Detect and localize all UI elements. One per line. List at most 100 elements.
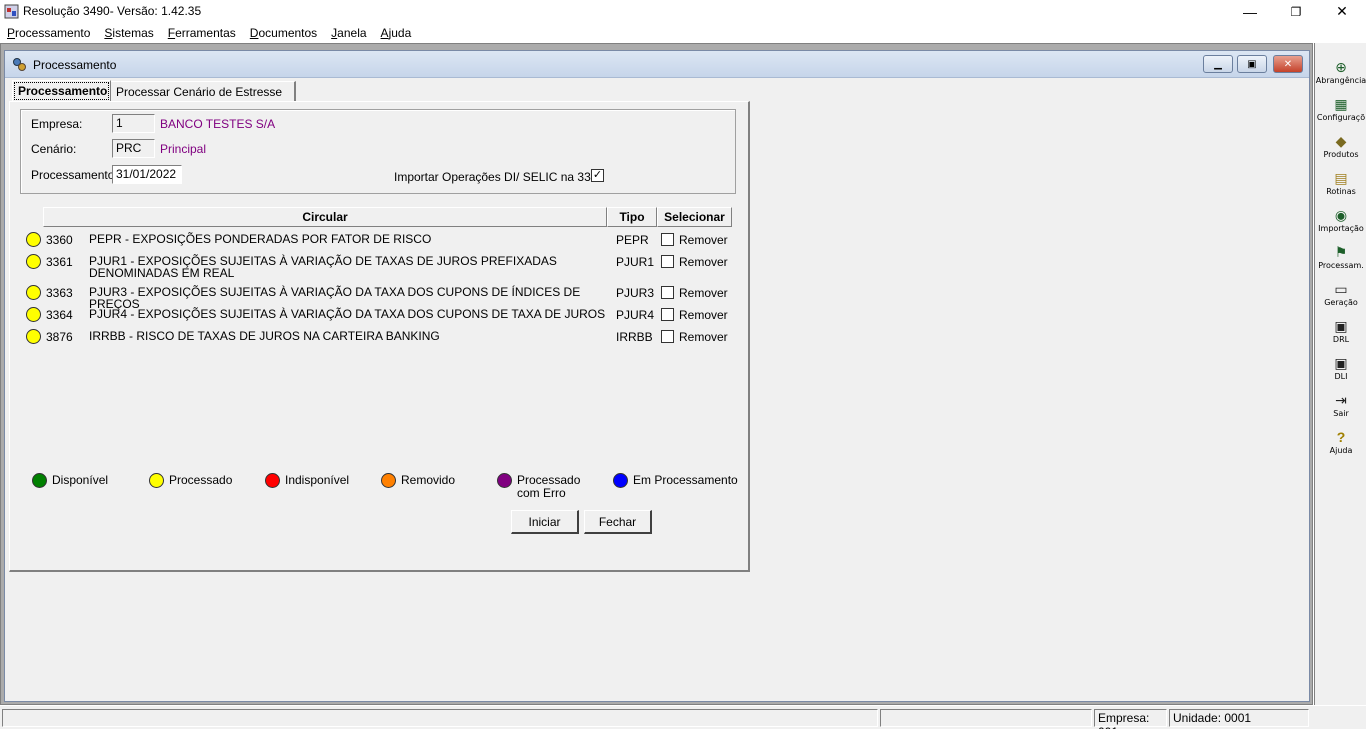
status-panel-blank xyxy=(880,709,1092,727)
tool-sair[interactable]: ⇥ Sair xyxy=(1315,392,1366,428)
remover-checkbox[interactable] xyxy=(661,330,674,343)
importar-checkbox[interactable]: ✓ xyxy=(591,169,604,182)
row-tipo: IRRBB xyxy=(616,330,653,344)
tool-rotinas[interactable]: ▤ Rotinas xyxy=(1315,170,1366,206)
tool-dli[interactable]: ▣ DLI xyxy=(1315,355,1366,391)
table-row: 3360 PEPR - EXPOSIÇÕES PONDERADAS POR FA… xyxy=(20,231,735,251)
header-selecionar[interactable]: Selecionar xyxy=(657,207,732,227)
process-window-icon xyxy=(13,58,26,71)
globe-icon: ⊕ xyxy=(1335,59,1347,75)
legend-label: Indisponível xyxy=(285,473,350,487)
tool-abrangencia[interactable]: ⊕ Abrangência xyxy=(1315,59,1366,95)
cenario-code-field[interactable]: PRC xyxy=(112,139,155,158)
row-tipo: PJUR3 xyxy=(616,286,655,300)
legend-label: Em Processamento xyxy=(633,473,738,487)
row-tipo: PJUR4 xyxy=(616,308,655,322)
table-row: 3364 PJUR4 - EXPOSIÇÕES SUJEITAS À VARIA… xyxy=(20,306,735,326)
legend-dot xyxy=(32,473,47,488)
row-tipo: PEPR xyxy=(616,233,649,247)
row-code: 3360 xyxy=(46,233,73,247)
legend-processado: Processado xyxy=(149,473,232,488)
menu-sistemas[interactable]: Sistemas xyxy=(104,23,153,43)
cenario-label: Cenário: xyxy=(31,142,77,156)
status-unidade: Unidade: 0001 xyxy=(1169,709,1309,727)
remover-label: Remover xyxy=(679,255,728,269)
import-icon: ◉ xyxy=(1334,207,1348,223)
legend-dot xyxy=(613,473,628,488)
legend-dot xyxy=(497,473,512,488)
remover-checkbox[interactable] xyxy=(661,308,674,321)
empresa-name: BANCO TESTES S/A xyxy=(160,117,276,131)
child-minimize-button[interactable]: ▁ xyxy=(1203,55,1233,73)
empresa-label: Empresa: xyxy=(31,117,83,131)
menu-documentos[interactable]: Documentos xyxy=(250,23,317,43)
status-dot xyxy=(26,285,41,300)
remover-checkbox[interactable] xyxy=(661,286,674,299)
menu-janela[interactable]: Janela xyxy=(331,23,366,43)
child-restore-button[interactable]: ▣ xyxy=(1237,55,1267,73)
close-button[interactable]: ✕ xyxy=(1319,0,1365,23)
remover-label: Remover xyxy=(679,308,728,322)
row-tipo: PJUR1 xyxy=(616,255,655,269)
cenario-name: Principal xyxy=(160,142,207,156)
header-tipo[interactable]: Tipo xyxy=(607,207,657,227)
header-circular[interactable]: Circular xyxy=(43,207,607,227)
tool-processamento[interactable]: ⚑ Processam. xyxy=(1315,244,1366,280)
iniciar-button[interactable]: Iniciar xyxy=(511,510,579,534)
table-row: 3363 PJUR3 - EXPOSIÇÕES SUJEITAS À VARIA… xyxy=(20,284,735,310)
minimize-button[interactable]: — xyxy=(1227,0,1273,23)
status-panel-main xyxy=(2,709,878,727)
row-description: IRRBB - RISCO DE TAXAS DE JUROS NA CARTE… xyxy=(89,329,440,343)
document-icon: ▭ xyxy=(1334,281,1348,297)
tool-drl[interactable]: ▣ DRL xyxy=(1315,318,1366,354)
app-icon xyxy=(4,4,19,19)
legend-label: Removido xyxy=(401,473,456,487)
tab-processamento[interactable]: Processamento xyxy=(12,80,111,102)
tool-importacao[interactable]: ◉ Importação xyxy=(1315,207,1366,243)
maximize-button[interactable]: ❐ xyxy=(1273,0,1319,23)
tab-processar-cenario-estresse[interactable]: Processar Cenário de Estresse xyxy=(111,81,296,102)
processamento-label: Processamento: xyxy=(31,168,118,182)
drl-icon: ▣ xyxy=(1334,318,1348,334)
processamento-date-field[interactable]: 31/01/2022 xyxy=(112,165,182,184)
empresa-code-field[interactable]: 1 xyxy=(112,114,155,133)
legend-removido: Removido xyxy=(381,473,455,488)
config-icon: ▦ xyxy=(1334,96,1348,112)
fechar-button[interactable]: Fechar xyxy=(584,510,652,534)
child-window-title: Processamento xyxy=(33,58,117,72)
remover-checkbox[interactable] xyxy=(661,233,674,246)
legend-dot xyxy=(265,473,280,488)
remover-label: Remover xyxy=(679,233,728,247)
menu-ferramentas[interactable]: Ferramentas xyxy=(168,23,236,43)
legend-dot xyxy=(149,473,164,488)
tool-produtos[interactable]: ◆ Produtos xyxy=(1315,133,1366,169)
process-flag-icon: ⚑ xyxy=(1334,244,1348,260)
legend-disponivel: Disponível xyxy=(32,473,108,488)
products-icon: ◆ xyxy=(1335,133,1347,149)
table-row: 3361 PJUR1 - EXPOSIÇÕES SUJEITAS À VARIA… xyxy=(20,253,735,281)
status-dot xyxy=(26,232,41,247)
tool-configuracoes[interactable]: ▦ Configuraçõ xyxy=(1315,96,1366,132)
row-description: PJUR4 - EXPOSIÇÕES SUJEITAS À VARIAÇÃO D… xyxy=(89,307,606,321)
exit-icon: ⇥ xyxy=(1335,392,1347,408)
remover-checkbox[interactable] xyxy=(661,255,674,268)
child-close-button[interactable]: ✕ xyxy=(1273,55,1303,73)
tool-ajuda[interactable]: ? Ajuda xyxy=(1315,429,1366,465)
tool-geracao[interactable]: ▭ Geração xyxy=(1315,281,1366,317)
table-row: 3876 IRRBB - RISCO DE TAXAS DE JUROS NA … xyxy=(20,328,735,348)
legend-label: Processado com Erro xyxy=(517,473,581,500)
row-code: 3364 xyxy=(46,308,73,322)
child-title-bar: Processamento ▁ ▣ ✕ xyxy=(5,51,1309,78)
row-description: PJUR1 - EXPOSIÇÕES SUJEITAS À VARIAÇÃO D… xyxy=(89,254,557,280)
menu-ajuda[interactable]: Ajuda xyxy=(381,23,412,43)
row-code: 3363 xyxy=(46,286,73,300)
legend-label: Processado xyxy=(169,473,233,487)
window-title: Resolução 3490- Versão: 1.42.35 xyxy=(23,4,202,18)
menu-processamento[interactable]: Processamento xyxy=(7,23,90,43)
title-bar: Resolução 3490- Versão: 1.42.35 — ❐ ✕ xyxy=(0,0,1366,23)
status-bar: Empresa: 001 Unidade: 0001 xyxy=(0,705,1366,729)
status-dot xyxy=(26,254,41,269)
row-description: PEPR - EXPOSIÇÕES PONDERADAS POR FATOR D… xyxy=(89,232,432,246)
legend-processado-com-erro: Processado com Erro xyxy=(497,473,587,500)
importar-label: Importar Operações DI/ SELIC na 3361 xyxy=(394,170,605,184)
